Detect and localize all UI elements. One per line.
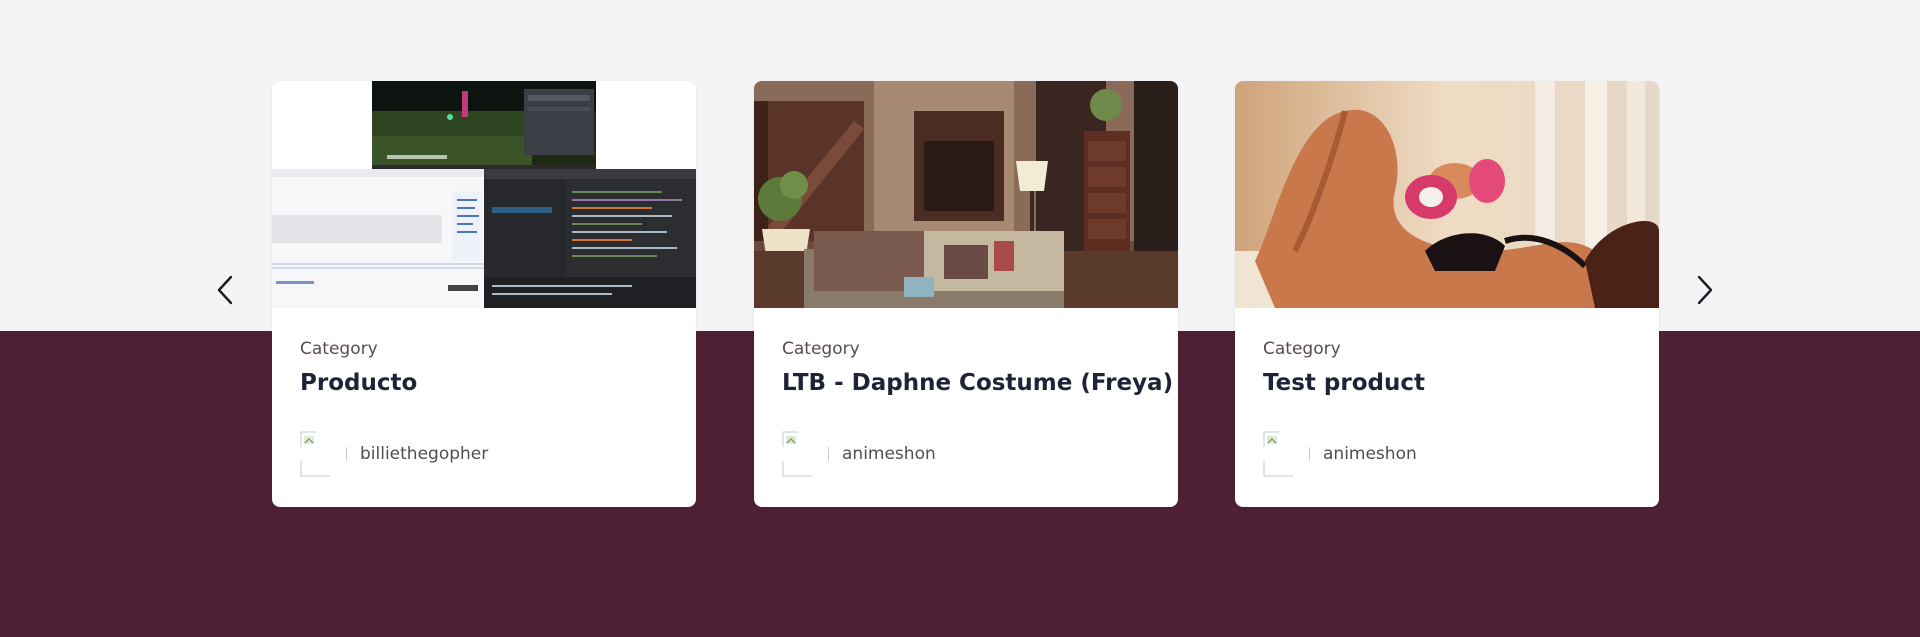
card-author-row[interactable]: animeshon xyxy=(782,431,936,477)
author-name[interactable]: animeshon xyxy=(842,444,936,464)
carousel-next-button[interactable] xyxy=(1683,268,1727,312)
card-body: Category xyxy=(300,308,668,507)
author-avatar xyxy=(782,431,816,477)
author-avatar xyxy=(1263,431,1297,477)
product-carousel: Category Category Category xyxy=(0,0,1920,637)
avatar-placeholder-icon xyxy=(1263,431,1293,477)
card-title[interactable]: LTB - Daphne Costume (Freya) xyxy=(782,370,1173,396)
author-name[interactable]: billiethegopher xyxy=(360,444,488,464)
card-author-row[interactable]: animeshon xyxy=(1263,431,1417,477)
room-interior-image xyxy=(754,81,1178,308)
card-body: Category xyxy=(782,308,1150,507)
card-category: Category xyxy=(1263,339,1341,359)
product-screenshot-image xyxy=(272,81,696,308)
author-divider xyxy=(346,447,347,461)
author-divider xyxy=(828,447,829,461)
author-name[interactable]: animeshon xyxy=(1323,444,1417,464)
author-divider xyxy=(1309,447,1310,461)
product-image[interactable] xyxy=(1235,81,1659,308)
card-category: Category xyxy=(300,339,378,359)
product-image[interactable] xyxy=(754,81,1178,308)
card-body: Category xyxy=(1263,308,1631,507)
avatar-placeholder-icon xyxy=(300,431,330,477)
author-avatar xyxy=(300,431,334,477)
figure-render-image xyxy=(1235,81,1659,308)
card-title[interactable]: Producto xyxy=(300,370,417,396)
card-category: Category xyxy=(782,339,860,359)
product-image[interactable] xyxy=(272,81,696,308)
carousel-prev-button[interactable] xyxy=(203,268,247,312)
chevron-right-icon xyxy=(1697,275,1713,305)
card-title[interactable]: Test product xyxy=(1263,370,1425,396)
chevron-left-icon xyxy=(217,275,233,305)
card-author-row[interactable]: billiethegopher xyxy=(300,431,488,477)
avatar-placeholder-icon xyxy=(782,431,812,477)
